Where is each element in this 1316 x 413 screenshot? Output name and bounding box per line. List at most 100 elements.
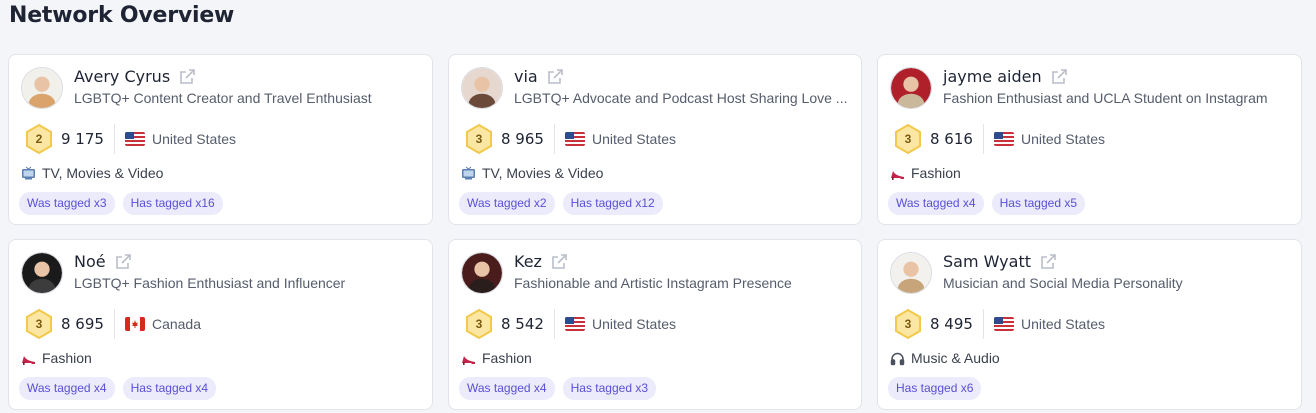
influencer-name[interactable]: Sam Wyatt (943, 252, 1031, 271)
influencer-grid: Avery Cyrus LGBTQ+ Content Creator and T… (8, 54, 1312, 410)
level-number: 3 (904, 132, 912, 146)
category: TV, Movies & Video (461, 165, 603, 181)
divider (982, 309, 984, 339)
stats-row: 3 8 542 United States (463, 308, 676, 340)
tag-badge[interactable]: Was tagged x4 (19, 377, 115, 400)
influencer-card[interactable]: Sam Wyatt Musician and Social Media Pers… (877, 239, 1302, 410)
country-label: Canada (151, 316, 201, 332)
influencer-name[interactable]: jayme aiden (943, 67, 1042, 86)
category: Music & Audio (890, 350, 1000, 366)
avatar[interactable] (890, 67, 932, 109)
high-heel-icon (21, 351, 36, 366)
influencer-bio: Fashionable and Artistic Instagram Prese… (514, 275, 792, 291)
level-badge: 3 (892, 308, 924, 340)
level-badge: 3 (23, 308, 55, 340)
tag-list: Was tagged x4 Has tagged x4 (19, 377, 216, 400)
follower-count: 8 495 (930, 315, 973, 333)
influencer-card[interactable]: via LGBTQ+ Advocate and Podcast Host Sha… (448, 54, 862, 225)
external-link-icon[interactable] (546, 68, 564, 86)
us-flag-icon (993, 132, 1014, 146)
avatar[interactable] (461, 252, 503, 294)
headphones-icon (890, 351, 905, 366)
level-number: 3 (904, 317, 912, 331)
tag-badge[interactable]: Was tagged x4 (459, 377, 555, 400)
category-label: TV, Movies & Video (482, 165, 604, 181)
influencer-bio: LGBTQ+ Advocate and Podcast Host Sharing… (514, 90, 848, 106)
stats-row: 3 8 616 United States (892, 123, 1105, 155)
divider (553, 309, 555, 339)
external-link-icon[interactable] (1039, 253, 1057, 271)
influencer-card[interactable]: Kez Fashionable and Artistic Instagram P… (448, 239, 862, 410)
category: Fashion (461, 350, 532, 366)
us-flag-icon (993, 317, 1014, 331)
influencer-card[interactable]: Noé LGBTQ+ Fashion Enthusiast and Influe… (8, 239, 433, 410)
divider (553, 124, 555, 154)
level-badge: 2 (23, 123, 55, 155)
divider (113, 309, 115, 339)
tag-badge[interactable]: Has tagged x12 (562, 192, 663, 215)
tag-badge[interactable]: Has tagged x3 (562, 377, 656, 400)
us-flag-icon (564, 132, 585, 146)
follower-count: 8 616 (930, 130, 973, 148)
external-link-icon[interactable] (178, 68, 196, 86)
us-flag-icon (564, 317, 585, 331)
avatar[interactable] (461, 67, 503, 109)
tag-badge[interactable]: Has tagged x6 (888, 377, 982, 400)
tag-list: Was tagged x2 Has tagged x12 (459, 192, 663, 215)
tag-list: Was tagged x4 Has tagged x5 (888, 192, 1085, 215)
influencer-name[interactable]: Noé (74, 252, 106, 271)
ca-flag-icon (124, 317, 145, 331)
influencer-card[interactable]: jayme aiden Fashion Enthusiast and UCLA … (877, 54, 1302, 225)
level-badge: 3 (892, 123, 924, 155)
high-heel-icon (890, 166, 905, 181)
follower-count: 8 695 (61, 315, 104, 333)
stats-row: 3 8 965 United States (463, 123, 676, 155)
tag-badge[interactable]: Was tagged x4 (888, 192, 984, 215)
influencer-bio: Musician and Social Media Personality (943, 275, 1183, 291)
level-number: 3 (475, 132, 483, 146)
tag-badge[interactable]: Was tagged x2 (459, 192, 555, 215)
influencer-bio: LGBTQ+ Fashion Enthusiast and Influencer (74, 275, 346, 291)
level-number: 3 (475, 317, 483, 331)
category-label: Fashion (482, 350, 532, 366)
influencer-name[interactable]: Avery Cyrus (74, 67, 170, 86)
tag-badge[interactable]: Has tagged x4 (122, 377, 216, 400)
country-label: United States (1020, 316, 1106, 332)
tag-badge[interactable]: Has tagged x16 (122, 192, 223, 215)
influencer-card[interactable]: Avery Cyrus LGBTQ+ Content Creator and T… (8, 54, 433, 225)
level-number: 3 (35, 317, 43, 331)
category: TV, Movies & Video (21, 165, 163, 181)
category: Fashion (890, 165, 961, 181)
tag-badge[interactable]: Was tagged x3 (19, 192, 115, 215)
tv-icon (461, 166, 476, 181)
influencer-name[interactable]: Kez (514, 252, 542, 271)
us-flag-icon (124, 132, 145, 146)
country-label: United States (591, 131, 677, 147)
divider (982, 124, 984, 154)
category: Fashion (21, 350, 92, 366)
avatar[interactable] (21, 252, 63, 294)
influencer-name[interactable]: via (514, 67, 538, 86)
high-heel-icon (461, 351, 476, 366)
category-label: TV, Movies & Video (42, 165, 164, 181)
category-label: Music & Audio (911, 350, 1000, 366)
country-label: United States (151, 131, 237, 147)
external-link-icon[interactable] (550, 253, 568, 271)
external-link-icon[interactable] (1050, 68, 1068, 86)
avatar[interactable] (890, 252, 932, 294)
external-link-icon[interactable] (114, 253, 132, 271)
level-badge: 3 (463, 308, 495, 340)
influencer-bio: Fashion Enthusiast and UCLA Student on I… (943, 90, 1268, 106)
tag-list: Has tagged x6 (888, 377, 982, 400)
stats-row: 2 9 175 United States (23, 123, 236, 155)
level-number: 2 (35, 132, 43, 146)
avatar[interactable] (21, 67, 63, 109)
category-label: Fashion (42, 350, 92, 366)
influencer-bio: LGBTQ+ Content Creator and Travel Enthus… (74, 90, 372, 106)
level-badge: 3 (463, 123, 495, 155)
follower-count: 8 542 (501, 315, 544, 333)
tag-badge[interactable]: Has tagged x5 (991, 192, 1085, 215)
tv-icon (21, 166, 36, 181)
country-label: United States (591, 316, 677, 332)
tag-list: Was tagged x3 Has tagged x16 (19, 192, 223, 215)
